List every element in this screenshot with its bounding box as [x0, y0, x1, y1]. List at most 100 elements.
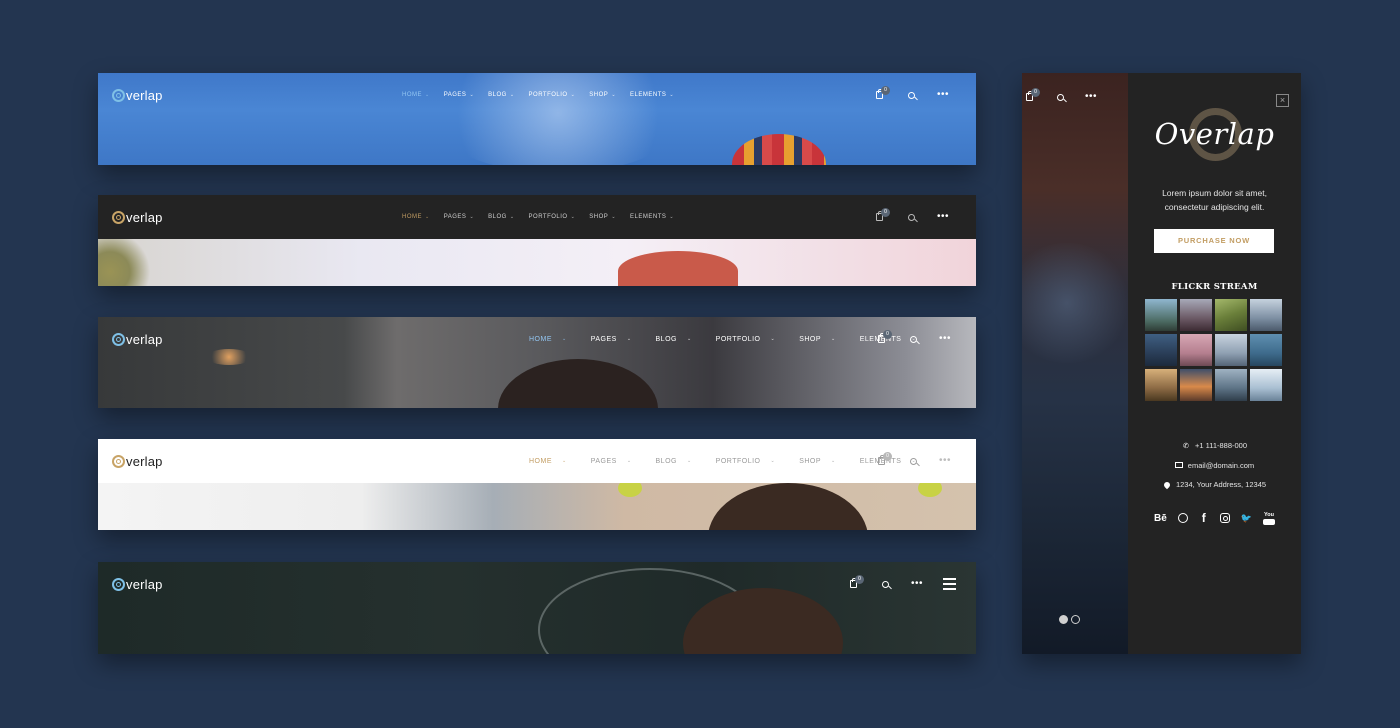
nav-pages[interactable]: PAGES ⌄: [444, 92, 474, 98]
nav-portfolio[interactable]: PORTFOLIO ⌄: [716, 336, 776, 343]
panel-logo-text: Overlap: [1154, 117, 1275, 151]
search-button[interactable]: [904, 210, 918, 224]
flickr-thumbnails: [1145, 299, 1285, 401]
flickr-thumbnail[interactable]: [1180, 334, 1212, 366]
chevron-down-icon: ⌄: [611, 92, 617, 98]
nav-blog[interactable]: BLOG ⌄: [488, 214, 514, 220]
search-icon: [1056, 93, 1064, 101]
header-tools: 0 •••: [874, 317, 970, 361]
flickr-thumbnail[interactable]: [1250, 369, 1282, 401]
flickr-thumbnail[interactable]: [1145, 299, 1177, 331]
logo-text: verlap: [126, 453, 163, 469]
slider-dot-1[interactable]: [1059, 615, 1068, 624]
flickr-thumbnail[interactable]: [1145, 369, 1177, 401]
mail-icon: [1174, 462, 1183, 469]
logo[interactable]: verlap: [112, 330, 163, 348]
nav-shop[interactable]: SHOP ⌄: [799, 336, 836, 343]
purchase-now-button[interactable]: PURCHASE NOW: [1154, 229, 1274, 253]
nav-pages[interactable]: PAGES ⌄: [591, 336, 632, 343]
nav-portfolio[interactable]: PORTFOLIO ⌄: [529, 214, 576, 220]
cart-count-badge: 0: [883, 452, 892, 461]
logo[interactable]: verlap: [112, 86, 163, 104]
contact-email[interactable]: email@domain.com: [1128, 456, 1301, 476]
search-icon: [881, 580, 889, 588]
flickr-thumbnail[interactable]: [1180, 369, 1212, 401]
nav-shop[interactable]: SHOP ⌄: [799, 458, 836, 465]
logo[interactable]: verlap: [112, 575, 163, 593]
more-button[interactable]: •••: [938, 454, 952, 468]
more-button[interactable]: •••: [1084, 90, 1098, 104]
flickr-stream-title: FLICKR STREAM: [1171, 282, 1258, 292]
more-button[interactable]: •••: [936, 210, 950, 224]
facebook-icon[interactable]: f: [1199, 511, 1209, 525]
slider-pagination: [1059, 615, 1080, 624]
search-button[interactable]: [906, 454, 920, 468]
cart-button[interactable]: 0: [872, 86, 890, 102]
nav-blog[interactable]: BLOG ⌄: [656, 336, 692, 343]
flickr-thumbnail[interactable]: [1250, 299, 1282, 331]
nav-elements[interactable]: ELEMENTS ⌄: [630, 92, 674, 98]
nav-shop[interactable]: SHOP ⌄: [589, 92, 616, 98]
cart-button[interactable]: 0: [872, 208, 890, 224]
search-icon: [909, 335, 917, 343]
logo[interactable]: verlap: [112, 208, 163, 226]
nav-blog[interactable]: BLOG ⌄: [656, 458, 692, 465]
slider-dot-2[interactable]: [1071, 615, 1080, 624]
nav-portfolio[interactable]: PORTFOLIO ⌄: [716, 458, 776, 465]
nav-pages[interactable]: PAGES ⌄: [591, 458, 632, 465]
flickr-thumbnail[interactable]: [1215, 334, 1247, 366]
nav-home[interactable]: HOME ⌄: [529, 336, 567, 343]
side-panel-demo: 0 ••• × Overlap Lorem ipsum dolor sit am…: [1022, 73, 1301, 654]
more-button[interactable]: •••: [910, 577, 924, 591]
header-tools: 0 •••: [874, 439, 970, 483]
nav-blog[interactable]: BLOG ⌄: [488, 92, 514, 98]
hamburger-menu-icon: [942, 578, 956, 590]
location-pin-icon: [1162, 480, 1172, 489]
main-nav: HOME ⌄ PAGES ⌄ BLOG ⌄ PORTFOLIO ⌄ SHOP ⌄ ELEM…: [402, 73, 688, 117]
search-button[interactable]: [1053, 90, 1067, 104]
chevron-down-icon: ⌄: [562, 458, 567, 464]
cart-button[interactable]: 0: [874, 452, 892, 468]
contact-info: ✆ +1 111-888-000 email@domain.com 1234, Y…: [1128, 436, 1301, 495]
chevron-down-icon: ⌄: [626, 336, 632, 342]
nav-home[interactable]: HOME ⌄: [402, 92, 430, 98]
nav-portfolio[interactable]: PORTFOLIO ⌄: [529, 92, 576, 98]
nav-pages[interactable]: PAGES ⌄: [444, 214, 474, 220]
cart-button[interactable]: 0: [846, 575, 864, 591]
menu-button[interactable]: [942, 577, 956, 591]
flickr-thumbnail[interactable]: [1215, 369, 1247, 401]
cart-button[interactable]: 0: [874, 330, 892, 346]
search-button[interactable]: [878, 577, 892, 591]
nav-home[interactable]: HOME ⌄: [402, 214, 430, 220]
chevron-down-icon: ⌄: [831, 336, 836, 342]
chevron-down-icon: ⌄: [562, 336, 567, 342]
nav-elements[interactable]: ELEMENTS ⌄: [630, 214, 674, 220]
flickr-thumbnail[interactable]: [1250, 334, 1282, 366]
cart-count-badge: 0: [883, 330, 892, 339]
logo[interactable]: verlap: [112, 452, 163, 470]
more-button[interactable]: •••: [936, 88, 950, 102]
more-button[interactable]: •••: [938, 332, 952, 346]
more-dots-icon: •••: [938, 455, 951, 466]
logo-mark-icon: [112, 88, 125, 102]
youtube-link[interactable]: You: [1263, 512, 1275, 525]
instagram-link[interactable]: [1219, 512, 1230, 524]
nav-shop[interactable]: SHOP ⌄: [589, 214, 616, 220]
flickr-thumbnail[interactable]: [1145, 334, 1177, 366]
cart-button[interactable]: 0: [1022, 88, 1040, 104]
chevron-down-icon: ⌄: [509, 214, 515, 220]
panel-intro-text: Lorem ipsum dolor sit amet, consectetur …: [1162, 188, 1267, 212]
flickr-thumbnail[interactable]: [1180, 299, 1212, 331]
behance-icon[interactable]: Bē: [1154, 512, 1167, 524]
cart-count-badge: 0: [881, 208, 890, 217]
nav-home[interactable]: HOME ⌄: [529, 458, 567, 465]
twitter-icon[interactable]: 🐦: [1241, 512, 1252, 524]
flickr-thumbnail[interactable]: [1215, 299, 1247, 331]
header-bar: verlap 0 •••: [98, 562, 976, 606]
chevron-down-icon: ⌄: [570, 214, 576, 220]
dribbble-link[interactable]: [1177, 512, 1188, 524]
more-dots-icon: •••: [936, 89, 949, 100]
search-button[interactable]: [906, 332, 920, 346]
contact-phone[interactable]: ✆ +1 111-888-000: [1128, 436, 1301, 456]
search-button[interactable]: [904, 88, 918, 102]
